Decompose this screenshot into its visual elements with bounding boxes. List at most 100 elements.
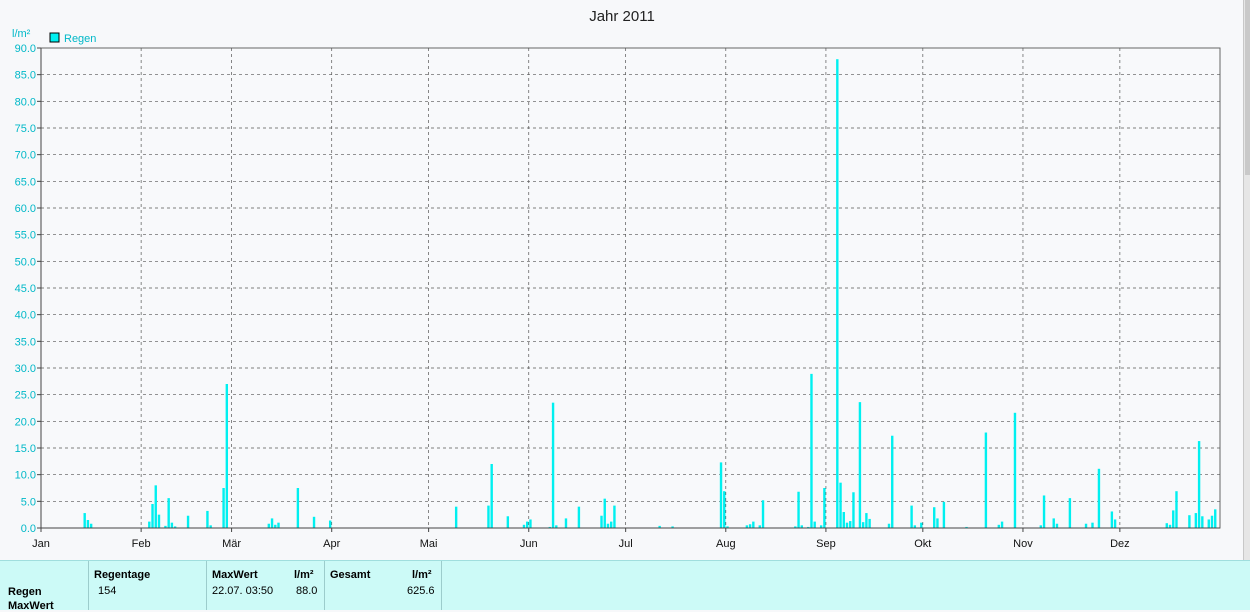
header-unit-total: l/m²	[412, 569, 432, 581]
rain-bar	[865, 513, 868, 528]
rain-bar	[1000, 521, 1004, 528]
rain-bar	[1110, 511, 1114, 528]
rain-bar	[225, 384, 229, 528]
rain-bar	[852, 492, 855, 528]
y-axis-unit: l/m²	[12, 28, 31, 40]
rain-bar	[1113, 519, 1117, 528]
rain-bar	[170, 522, 174, 528]
rain-bar	[752, 521, 755, 528]
rain-chart: Jahr 2011 l/m² Regen 0.0 5.0 10.0 15.0 20.0 2…	[12, 8, 1221, 550]
chart-title: Jahr 2011	[589, 8, 655, 25]
x-tick-label: Jan	[32, 538, 50, 550]
rain-bar	[454, 506, 458, 528]
max-date: 22.07. 03:50	[212, 585, 274, 597]
rain-bar	[1188, 515, 1191, 528]
rain-bar	[1165, 523, 1168, 528]
rain-bar	[526, 521, 529, 528]
rain-bar	[206, 510, 209, 528]
x-tick-label: Sep	[816, 538, 836, 550]
rain-bar	[1055, 523, 1059, 528]
rain-bar	[887, 523, 891, 528]
rain-bar	[839, 482, 842, 528]
rain-bar	[868, 518, 871, 528]
rain-bar	[1175, 491, 1178, 528]
rain-bar	[1091, 522, 1094, 528]
legend-swatch	[49, 32, 60, 43]
x-tick-label: Dez	[1110, 538, 1130, 550]
rain-bar	[858, 402, 862, 528]
rain-bar	[1207, 519, 1210, 528]
rain-bar	[810, 373, 813, 528]
y-tick-label: 30.0	[15, 363, 36, 375]
rain-bar	[797, 491, 800, 528]
rain-bar	[1068, 498, 1072, 528]
rain-bar	[849, 521, 852, 528]
x-tick-label: Feb	[132, 538, 151, 550]
rain-bar	[148, 521, 151, 528]
max-value: 88.0	[296, 585, 318, 597]
rain-bar	[942, 501, 946, 528]
y-tick-label: 15.0	[15, 443, 36, 455]
x-tick-label: Apr	[323, 538, 340, 550]
rain-bar	[813, 521, 816, 528]
rain-bar	[83, 513, 86, 528]
y-tick-label: 20.0	[15, 416, 36, 428]
y-tick-label: 25.0	[15, 390, 36, 402]
rain-bar	[487, 505, 490, 528]
rain-bar	[920, 522, 923, 528]
rain-bar	[167, 498, 170, 528]
y-tick-label: 70.0	[15, 150, 36, 162]
rain-bar	[86, 520, 90, 528]
rain-bar	[1194, 513, 1198, 528]
scrollbar-thumb[interactable]	[1245, 0, 1250, 175]
x-tick-label: Jun	[520, 538, 538, 550]
rain-bar	[1197, 441, 1201, 528]
rain-bar	[551, 402, 555, 528]
rain-bar	[761, 500, 765, 528]
rain-bar	[1042, 495, 1046, 528]
rain-bar	[1210, 515, 1214, 528]
rain-bar	[719, 462, 723, 528]
rain-bar	[157, 514, 161, 528]
y-tick-label: 55.0	[15, 230, 36, 242]
rain-bar	[836, 59, 839, 528]
rain-bar	[613, 505, 616, 528]
rain-bar	[910, 505, 913, 528]
rain-bar	[154, 485, 157, 528]
rain-bar	[151, 504, 154, 528]
vertical-scrollbar[interactable]	[1243, 0, 1250, 560]
rain-bar	[1201, 516, 1204, 528]
x-tick-label: Nov	[1013, 538, 1033, 550]
y-tick-label: 90.0	[15, 43, 36, 55]
rain-bar	[277, 522, 280, 528]
legend-label: Regen	[64, 33, 96, 45]
x-axis-ticks: Jan Feb Mär Apr Mai Jun Jul Aug Sep Okt Nov Dez	[32, 528, 1130, 550]
y-tick-label: 45.0	[15, 283, 36, 295]
y-tick-label: 40.0	[15, 310, 36, 322]
x-tick-label: Mär	[222, 538, 241, 550]
regentage-value: 154	[98, 585, 117, 597]
statistics-panel: Regentage MaxWert l/m² Gesamt l/m² Regen…	[0, 560, 1250, 612]
rain-bar	[891, 435, 894, 528]
x-tick-label: Jul	[619, 538, 633, 550]
y-tick-label: 60.0	[15, 203, 36, 215]
rain-bar	[845, 522, 849, 528]
rain-bar	[1013, 412, 1017, 528]
rain-bar	[600, 515, 603, 528]
rain-bar	[506, 516, 510, 528]
rain-bar	[1172, 510, 1175, 528]
rain-bar	[861, 522, 865, 528]
rain-bar	[606, 523, 610, 528]
rain-bar	[842, 512, 845, 528]
header-gesamt: Gesamt	[330, 569, 371, 581]
rain-bar	[312, 516, 316, 528]
rain-bar	[490, 464, 493, 528]
y-tick-label: 65.0	[15, 176, 36, 188]
header-maxwert: MaxWert	[212, 569, 258, 581]
y-tick-label: 0.0	[21, 523, 36, 535]
rain-bar	[984, 432, 988, 528]
y-tick-label: 75.0	[15, 123, 36, 135]
rain-bar	[1084, 523, 1088, 528]
x-tick-label: Aug	[716, 538, 736, 550]
row-label-maxwert: MaxWert	[8, 600, 54, 612]
